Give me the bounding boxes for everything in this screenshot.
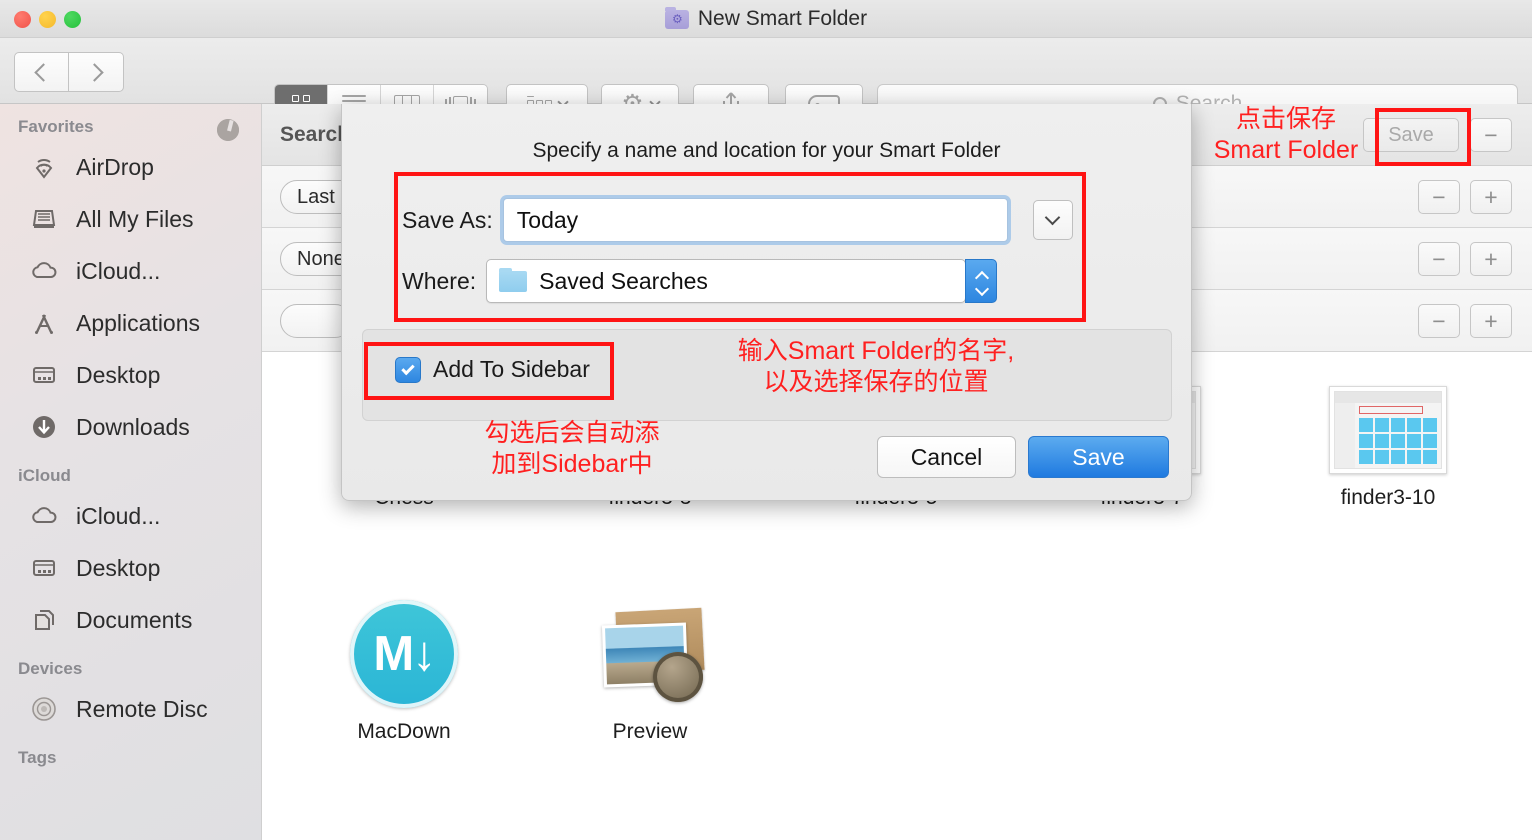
sidebar-item-desktop[interactable]: Desktop bbox=[0, 349, 261, 401]
macdown-icon: M↓ bbox=[306, 596, 502, 708]
annotation-name-location-note: 输入Smart Folder的名字, 以及选择保存的位置 bbox=[737, 337, 1015, 396]
save-as-row: Save As: Today bbox=[402, 198, 1073, 242]
annotation-save-note: 点击保存 Smart Folder bbox=[1213, 105, 1359, 164]
sidebar-item-label: Desktop bbox=[76, 554, 161, 581]
sidebar-item-documents[interactable]: Documents bbox=[0, 594, 261, 646]
sidebar-item-label: iCloud... bbox=[76, 502, 161, 529]
desktop-icon bbox=[28, 552, 60, 584]
all-my-files-icon bbox=[28, 203, 60, 235]
save-button[interactable]: Save bbox=[1028, 436, 1169, 478]
cancel-label: Cancel bbox=[910, 443, 983, 470]
stepper-icon[interactable] bbox=[965, 259, 998, 303]
sidebar-section-tags: Tags bbox=[18, 748, 57, 767]
sidebar-item-airdrop[interactable]: AirDrop bbox=[0, 141, 261, 193]
minus-icon: − bbox=[1432, 245, 1446, 272]
where-label: Where: bbox=[402, 267, 477, 294]
add-to-sidebar-label: Add To Sidebar bbox=[433, 356, 590, 382]
sidebar-item-remote-disc[interactable]: Remote Disc bbox=[0, 683, 261, 735]
sidebar-item-icloud-drive-2[interactable]: iCloud... bbox=[0, 119, 261, 542]
file-item[interactable]: M↓ MacDown bbox=[306, 596, 502, 744]
chevron-right-icon bbox=[84, 62, 104, 82]
search-scope-label: Search bbox=[280, 123, 351, 146]
documents-icon bbox=[28, 604, 60, 636]
back-button[interactable] bbox=[14, 52, 69, 92]
sidebar-item-label: iCloud... bbox=[76, 257, 161, 284]
icloud-icon bbox=[28, 500, 60, 532]
add-criterion-button[interactable]: + bbox=[1470, 242, 1512, 276]
criterion-controls: − + bbox=[1418, 242, 1512, 276]
sidebar-item-label: All My Files bbox=[76, 205, 194, 232]
sidebar-item-label: Downloads bbox=[76, 413, 190, 440]
cancel-button[interactable]: Cancel bbox=[877, 436, 1016, 478]
sidebar-item-label: Remote Disc bbox=[76, 695, 208, 722]
save-as-value: Today bbox=[516, 206, 579, 233]
file-item[interactable]: finder3-10 bbox=[1290, 364, 1486, 510]
desktop-icon bbox=[28, 359, 60, 391]
add-to-sidebar-checkbox[interactable]: Add To Sidebar bbox=[395, 356, 590, 383]
chevron-left-icon bbox=[34, 62, 53, 82]
remove-criterion-button[interactable]: − bbox=[1418, 242, 1460, 276]
chevron-down-icon bbox=[1045, 209, 1061, 226]
title-bar: ⚙ New Smart Folder bbox=[0, 0, 1532, 38]
save-label: Save bbox=[1072, 443, 1125, 470]
file-item[interactable]: Preview bbox=[552, 596, 748, 744]
sidebar-item-applications[interactable]: Applications bbox=[0, 297, 261, 349]
navigation-group bbox=[14, 52, 124, 92]
add-criterion-button[interactable]: + bbox=[1470, 180, 1512, 214]
window-title: ⚙ New Smart Folder bbox=[0, 0, 1532, 38]
forward-button[interactable] bbox=[69, 52, 124, 92]
checkbox-icon bbox=[395, 356, 421, 383]
disc-icon bbox=[28, 693, 60, 725]
screenshot-thumb bbox=[1290, 364, 1486, 474]
sidebar-item-label: AirDrop bbox=[76, 153, 154, 180]
airdrop-icon bbox=[28, 151, 60, 183]
where-value: Saved Searches bbox=[539, 267, 708, 294]
icloud-icon bbox=[28, 255, 60, 287]
remove-criterion-button[interactable]: − bbox=[1418, 304, 1460, 338]
save-search-label: Save bbox=[1388, 123, 1434, 146]
folder-icon bbox=[499, 267, 528, 292]
minus-icon: − bbox=[1484, 121, 1498, 148]
sidebar-item-downloads[interactable]: Downloads bbox=[0, 401, 261, 453]
smart-folder-icon: ⚙ bbox=[664, 6, 689, 29]
remove-criterion-button[interactable]: − bbox=[1470, 118, 1512, 152]
applications-icon bbox=[28, 307, 60, 339]
thumbnail bbox=[1329, 386, 1447, 474]
plus-icon: + bbox=[1484, 245, 1498, 272]
where-select[interactable]: Saved Searches bbox=[486, 259, 998, 303]
file-name: MacDown bbox=[357, 720, 451, 743]
minus-icon: − bbox=[1432, 183, 1446, 210]
dialog-title: Specify a name and location for your Sma… bbox=[532, 139, 1001, 162]
storage-pie-icon bbox=[217, 119, 239, 141]
plus-icon: + bbox=[1484, 307, 1498, 334]
plus-icon: + bbox=[1484, 183, 1498, 210]
criterion-controls: − + bbox=[1418, 304, 1512, 338]
save-as-label: Save As: bbox=[402, 206, 493, 233]
add-criterion-button[interactable]: + bbox=[1470, 304, 1512, 338]
remove-criterion-button[interactable]: − bbox=[1418, 180, 1460, 214]
sidebar-item-label: Applications bbox=[76, 309, 201, 336]
sidebar-item-all-my-files[interactable]: All My Files bbox=[0, 193, 261, 245]
where-row: Where: Saved Searches bbox=[402, 259, 998, 303]
preview-icon bbox=[552, 596, 748, 708]
downloads-icon bbox=[28, 411, 60, 443]
save-as-input[interactable]: Today bbox=[502, 198, 1008, 242]
expand-dialog-button[interactable] bbox=[1032, 200, 1073, 240]
dialog-buttons: Cancel Save bbox=[877, 436, 1169, 478]
annotation-sidebar-note: 勾选后会自动添 加到Sidebar中 bbox=[484, 419, 660, 478]
minus-icon: − bbox=[1432, 307, 1446, 334]
sidebar[interactable]: Favorites AirDrop All My Files iCloud...… bbox=[0, 104, 262, 840]
sidebar-item-label: Desktop bbox=[76, 361, 161, 388]
sidebar-item-icloud-desktop[interactable]: Desktop bbox=[0, 542, 261, 594]
toolbar: ⚙ Search bbox=[0, 38, 1532, 124]
sidebar-item-label: Documents bbox=[76, 606, 193, 633]
sidebar-section-icloud: iCloud bbox=[18, 466, 71, 485]
criterion-controls: − + bbox=[1418, 180, 1512, 214]
window-title-text: New Smart Folder bbox=[697, 7, 868, 30]
file-name: finder3-10 bbox=[1340, 486, 1436, 509]
sidebar-item-icloud-drive[interactable]: iCloud... bbox=[0, 119, 261, 297]
save-search-button[interactable]: Save bbox=[1363, 118, 1459, 152]
file-name: Preview bbox=[612, 720, 688, 743]
sidebar-section-devices: Devices bbox=[18, 659, 83, 678]
